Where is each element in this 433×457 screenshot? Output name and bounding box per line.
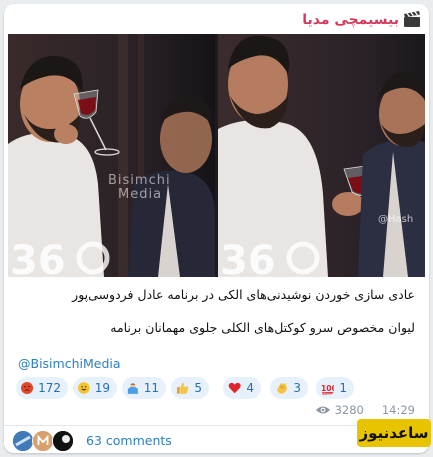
- clapping-hands-icon: [276, 383, 287, 394]
- hundred-points-icon: 100: [321, 384, 334, 395]
- reaction-grinning[interactable]: 19: [73, 377, 117, 399]
- scene-right-image: 36: [218, 34, 425, 277]
- site-logo-text: ساعدنیوز: [359, 424, 429, 442]
- svg-text:36: 36: [220, 238, 276, 277]
- reaction-heart[interactable]: 4: [223, 377, 261, 399]
- video-thumbnail[interactable]: 36 Bisimchi Media 36 @Hash: [8, 34, 425, 277]
- scene-left-image: 36: [8, 34, 215, 277]
- reaction-count: 172: [38, 381, 61, 395]
- video-frame-right: 36 @Hash: [218, 34, 425, 277]
- avatar: [12, 430, 34, 452]
- avatar-letter-icon: [33, 431, 53, 451]
- channel-mention-link[interactable]: @BisimchiMedia: [18, 356, 121, 371]
- post-caption-line-2: لیوان مخصوص سرو کوکتل‌های الکلی جلوی مهم…: [110, 320, 415, 335]
- reaction-hundred[interactable]: 100 1: [316, 377, 354, 399]
- reaction-shrug[interactable]: 11: [122, 377, 166, 399]
- avatar-image: [13, 431, 33, 451]
- watermark-text: Media: [118, 187, 163, 202]
- grinning-face-icon: [78, 382, 90, 394]
- reaction-count: 1: [339, 381, 347, 395]
- reaction-count: 3: [293, 381, 301, 395]
- reaction-angry[interactable]: 172: [16, 377, 68, 399]
- thumbs-up-icon: [176, 382, 189, 394]
- svg-text:36: 36: [10, 238, 66, 277]
- site-logo: ساعدنیوز: [357, 419, 431, 447]
- watermark-text: Bisimchi: [108, 173, 171, 188]
- post-caption-line-1: عادی سازی خوردن نوشیدنی‌های الکی در برنا…: [72, 287, 415, 302]
- red-heart-icon: [228, 382, 241, 394]
- reaction-clap[interactable]: 3: [270, 377, 308, 399]
- clapper-board-icon: [404, 11, 420, 27]
- reaction-count: 19: [94, 381, 110, 395]
- message-card: بیسیمچی مدیا 36 Bisimchi Media 36 @Hash …: [4, 4, 429, 453]
- avatar-image: [53, 431, 73, 451]
- avatar: [52, 430, 74, 452]
- svg-text:100: 100: [321, 384, 334, 393]
- reaction-count: 11: [143, 381, 159, 395]
- message-time: 14:29: [381, 403, 415, 417]
- reaction-thumbs-up[interactable]: 5: [171, 377, 209, 399]
- eye-icon: [315, 406, 330, 414]
- message-header: بیسیمچی مدیا: [4, 4, 429, 34]
- view-count: 3280: [334, 403, 364, 417]
- channel-name[interactable]: بیسیمچی مدیا: [302, 12, 399, 28]
- comments-link[interactable]: 63 comments: [86, 433, 172, 448]
- message-meta: 3280 14:29: [315, 403, 415, 417]
- avatar: [32, 430, 54, 452]
- video-frame-left: 36 Bisimchi Media: [8, 34, 215, 277]
- reaction-count: 4: [246, 381, 254, 395]
- reaction-count: 5: [194, 381, 202, 395]
- person-shrugging-icon: [127, 383, 138, 394]
- watermark-handle: @Hash: [378, 214, 414, 225]
- angry-face-icon: [21, 381, 34, 395]
- reactions-bar: 172 19 11 5 4 3 10 1: [16, 377, 426, 401]
